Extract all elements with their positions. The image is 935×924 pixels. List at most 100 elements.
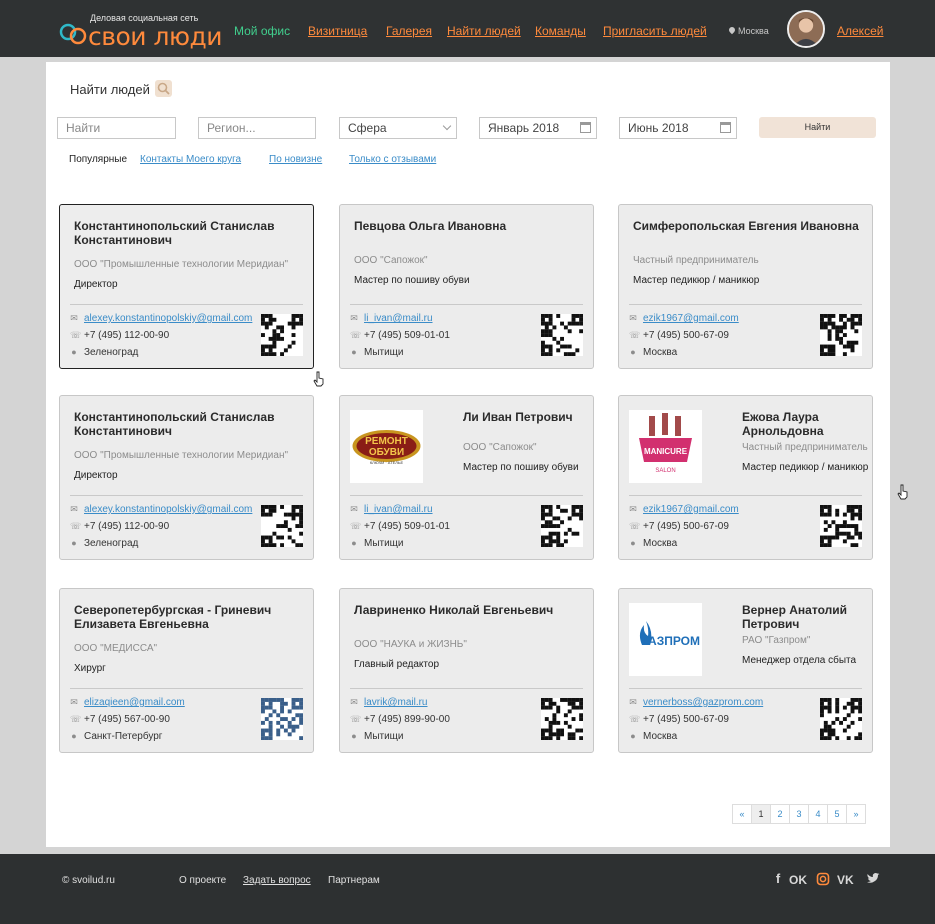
calendar-icon[interactable] [720,122,731,133]
nav-teams[interactable]: Команды [535,24,586,38]
qr-code-icon[interactable] [820,698,863,741]
search-button[interactable]: Найти [759,117,876,138]
person-card[interactable]: РЕМОНТ ОБУВИ КЛЮЧИ · АТЕЛЬЕ Ли Иван Петрови… [339,395,594,560]
filter-popular[interactable]: Популярные [69,154,127,165]
mail-icon: ✉ [70,313,78,323]
nav-find-people[interactable]: Найти людей [447,24,521,38]
footer-copyright: © svoilud.ru [62,875,115,886]
instagram-icon[interactable] [816,872,830,886]
nav-invite-people[interactable]: Пригласить людей [603,24,707,38]
person-name[interactable]: Лавриненко Николай Евгеньевич [354,603,582,617]
card-phone-row: ☏ +7 (495) 500-67-09 [629,330,729,341]
person-name[interactable]: Вернер Анатолий Петрович [742,603,867,631]
person-name[interactable]: Северопетербургская - Гриневич Елизавета… [74,603,302,631]
page-3[interactable]: 3 [789,804,809,824]
city-selector[interactable]: Москва [727,25,769,36]
email-link[interactable]: alexey.konstantinopolskiy@gmail.com [84,313,252,324]
person-card[interactable]: ГАЗПРОМ Вернер Анатолий Петрович РАО "Газп… [618,588,873,753]
email-link[interactable]: alexey.konstantinopolskiy@gmail.com [84,504,252,515]
person-card[interactable]: Константинопольский Станислав Константин… [59,204,314,369]
person-card[interactable]: Певцова Ольга Ивановна ООО "Сапожок" Масте… [339,204,594,369]
footer-about[interactable]: О проекте [179,875,226,886]
page-5[interactable]: 5 [827,804,847,824]
filter-with-reviews[interactable]: Только с отзывами [349,154,436,165]
card-email-row: ✉ alexey.konstantinopolskiy@gmail.com [70,504,252,515]
facebook-icon[interactable]: f [771,872,785,886]
card-city-row: ● Санкт-Петербург [70,731,162,742]
filter-newest[interactable]: По новизне [269,154,322,165]
person-company: ООО "Сапожок" [354,255,428,266]
pagination: « 1 2 3 4 5 » [732,804,866,824]
qr-code-icon[interactable] [541,698,584,741]
mail-icon: ✉ [350,697,358,707]
person-name[interactable]: Ли Иван Петрович [463,410,588,424]
email-link[interactable]: li_ivan@mail.ru [364,313,433,324]
logo-name: свои люди [88,22,223,51]
person-city: Зеленоград [84,538,139,549]
footer-ask-question[interactable]: Задать вопрос [243,875,311,886]
qr-code-icon[interactable] [541,505,584,548]
mail-icon: ✉ [350,504,358,514]
email-link[interactable]: lavrik@mail.ru [364,697,428,708]
page-next[interactable]: » [846,804,866,824]
region-input[interactable]: Регион... [198,117,316,139]
vk-icon[interactable]: VK [837,872,857,886]
logo-line: РЕМОНТ [365,436,408,447]
person-company: ООО "Сапожок" [463,442,537,453]
twitter-icon[interactable] [866,872,880,886]
user-avatar[interactable] [787,10,825,48]
nav-my-office[interactable]: Мой офис [234,24,290,38]
person-position: Главный редактор [354,659,440,670]
person-name[interactable]: Константинопольский Станислав Константин… [74,219,302,247]
qr-code-icon[interactable] [261,698,304,741]
date-from-field[interactable]: Январь 2018 [479,117,597,139]
qr-code-icon[interactable] [541,314,584,357]
page-prev[interactable]: « [732,804,752,824]
person-name[interactable]: Константинопольский Станислав Константин… [74,410,302,438]
avatar-photo [789,12,823,46]
email-link[interactable]: ezik1967@gmail.com [643,504,739,515]
email-link[interactable]: vernerboss@gazprom.com [643,697,763,708]
person-card[interactable]: Лавриненко Николай Евгеньевич ООО "НАУКА … [339,588,594,753]
card-divider [70,495,303,496]
footer-partners[interactable]: Партнерам [328,875,380,886]
person-card[interactable]: Северопетербургская - Гриневич Елизавета… [59,588,314,753]
person-name[interactable]: Симферопольская Евгения Ивановна [633,219,861,233]
qr-code-icon[interactable] [261,505,304,548]
site-logo[interactable]: Деловая социальная сеть свои люди [58,10,223,51]
page-4[interactable]: 4 [808,804,828,824]
calendar-icon[interactable] [580,122,591,133]
page-2[interactable]: 2 [770,804,790,824]
card-email-row: ✉ ezik1967@gmail.com [629,313,739,324]
person-city: Москва [643,538,678,549]
date-to-field[interactable]: Июнь 2018 [619,117,737,139]
query-input[interactable]: Найти [57,117,176,139]
email-link[interactable]: ezik1967@gmail.com [643,313,739,324]
qr-code-icon[interactable] [820,505,863,548]
person-card[interactable]: Симферопольская Евгения Ивановна Частный … [618,204,873,369]
odnoklassniki-icon[interactable]: OK [789,872,809,886]
filter-my-circle[interactable]: Контакты Моего круга [140,154,241,165]
nav-card-holder[interactable]: Визитница [308,24,367,38]
card-phone-row: ☏ +7 (495) 899-90-00 [350,714,450,725]
sphere-select[interactable]: Сфера [339,117,457,139]
person-position: Мастер по пошиву обуви [463,462,579,473]
person-city: Зеленоград [84,347,139,358]
person-name[interactable]: Ежова Лаура Арнольдовна [742,410,867,438]
person-card[interactable]: Константинопольский Станислав Константин… [59,395,314,560]
card-city-row: ● Зеленоград [70,538,138,549]
nav-gallery[interactable]: Галерея [386,24,432,38]
email-link[interactable]: li_ivan@mail.ru [364,504,433,515]
user-name-link[interactable]: Алексей [837,24,883,38]
email-link[interactable]: elizaqieen@gmail.com [84,697,185,708]
card-city-row: ● Зеленоград [70,347,138,358]
logo-line: SALON [655,468,675,474]
person-city: Москва [643,731,678,742]
person-card[interactable]: MANICURE SALON Ежова Лаура Арнольдовна Част… [618,395,873,560]
person-name[interactable]: Певцова Ольга Ивановна [354,219,582,233]
page-1[interactable]: 1 [751,804,771,824]
qr-code-icon[interactable] [261,314,304,357]
qr-code-icon[interactable] [820,314,863,357]
card-city-row: ● Москва [629,731,677,742]
phone-icon: ☏ [70,330,82,340]
